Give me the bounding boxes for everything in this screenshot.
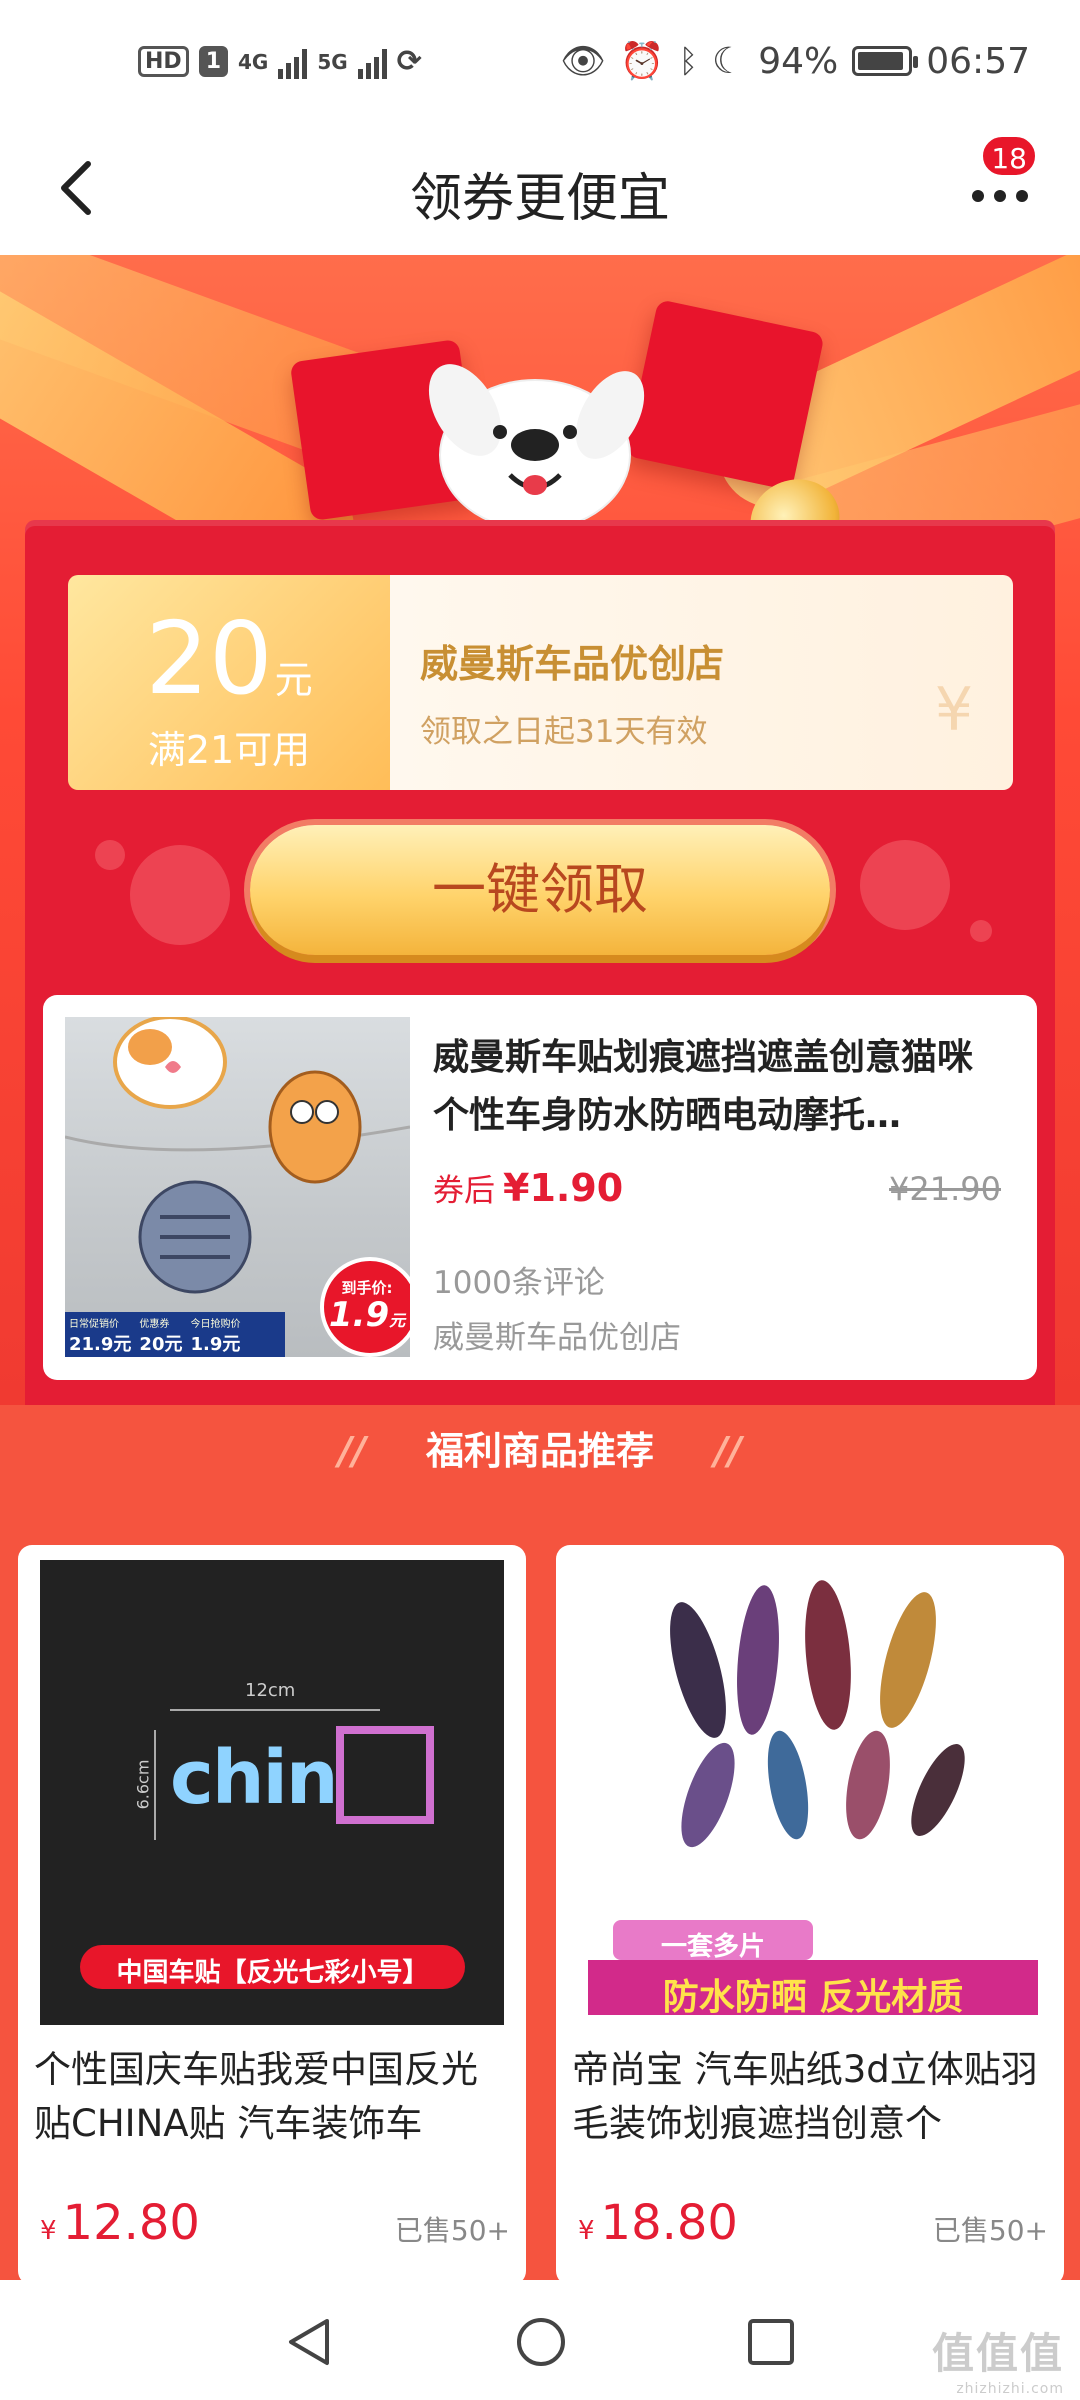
coupon-amount: 20元 满21可用 bbox=[68, 575, 390, 790]
moon-icon: ☾ bbox=[711, 40, 745, 82]
net2-label: 5G bbox=[317, 49, 348, 74]
after-coupon-price: 券后 ¥1.90 bbox=[433, 1165, 623, 1210]
battery-icon bbox=[852, 46, 919, 76]
coupon-value: 20 bbox=[145, 600, 273, 717]
notification-badge: 18 bbox=[980, 134, 1038, 178]
bluetooth-icon: ᛒ bbox=[678, 42, 698, 80]
status-left: HD 1 4G 5G ⟳ bbox=[138, 44, 422, 79]
battery-level bbox=[858, 52, 904, 70]
coupon-unit: 元 bbox=[274, 658, 313, 702]
coupon-info: 威曼斯车品优创店 领取之日起31天有效 ¥ bbox=[390, 575, 1013, 790]
coupon-condition: 满21可用 bbox=[147, 728, 311, 772]
recommend-card[interactable]: 12cm 6.6cm chin 中国车贴【反光七彩小号】 个性国庆车贴我爱中国反… bbox=[18, 1545, 526, 2285]
yen-ticket-icon: ¥ bbox=[934, 675, 973, 745]
battery-percent: 94% bbox=[758, 40, 839, 82]
decor-slash-right: // bbox=[714, 1429, 742, 1473]
formula-label-2: 优惠券 bbox=[139, 1319, 170, 1330]
net1-label: 4G bbox=[238, 49, 269, 74]
sim-indicator: 1 bbox=[198, 46, 228, 77]
price-formula: 日常促销价 21.9元 优惠券 20元 今日抢购价 1.9元 bbox=[69, 1315, 240, 1356]
home-circle-icon[interactable] bbox=[514, 2315, 568, 2373]
recommend-image[interactable]: 一套多片 防水防晒 反光材质 bbox=[578, 1560, 1042, 2025]
system-nav-bar bbox=[0, 2280, 1080, 2400]
deal-tag-price: 1.9 bbox=[328, 1295, 390, 1335]
formula-v3: 1.9元 bbox=[190, 1334, 241, 1355]
red-envelope bbox=[625, 299, 825, 491]
page-title: 领券更便宜 bbox=[409, 169, 670, 229]
signal-icon-2 bbox=[357, 45, 387, 79]
after-coupon-label: 券后 bbox=[433, 1173, 495, 1209]
product-shop[interactable]: 威曼斯车品优创店 bbox=[433, 1312, 681, 1357]
watermark-text: 值值值 bbox=[931, 2329, 1064, 2378]
formula-v2: 20元 bbox=[139, 1334, 183, 1355]
formula-v1: 21.9元 bbox=[69, 1334, 132, 1355]
review-count: 1000条评论 bbox=[433, 1265, 605, 1301]
eye-icon: 👁 bbox=[560, 41, 606, 82]
deal-tag-unit: 元 bbox=[389, 1311, 406, 1330]
recents-square-icon[interactable] bbox=[744, 2315, 798, 2373]
status-right: 👁 ⏰ ᛒ ☾ 94% 06:57 bbox=[560, 40, 1030, 83]
hero-section: 20元 满21可用 威曼斯车品优创店 领取之日起31天有效 ¥ 一键领取 日常促… bbox=[0, 255, 1080, 1405]
back-triangle-icon[interactable] bbox=[283, 2315, 337, 2373]
recommend-title[interactable]: 帝尚宝 汽车贴纸3d立体贴羽毛装饰划痕遮挡创意个 bbox=[572, 2043, 1052, 2151]
currency-symbol: ¥ bbox=[40, 2216, 57, 2246]
deal-price-tag: 到手价: 1.9元 bbox=[327, 1277, 407, 1332]
sticker-banner: 中国车贴【反光七彩小号】 bbox=[116, 1958, 429, 1988]
hd-indicator: HD bbox=[138, 46, 189, 77]
nfc-icon: ⟳ bbox=[396, 44, 422, 79]
sticker-height-label: 6.6cm bbox=[133, 1759, 153, 1810]
product-name[interactable]: 威曼斯车贴划痕遮挡遮盖创意猫咪个性车身防水防晒电动摩托… bbox=[433, 1029, 1008, 1145]
claim-all-button[interactable]: 一键领取 bbox=[250, 825, 830, 955]
product-thumbnail[interactable]: 日常促销价 21.9元 优惠券 20元 今日抢购价 1.9元 到手价: 1.9元 bbox=[65, 1017, 410, 1357]
decor-bubble bbox=[970, 920, 992, 942]
sticker-banner: 防水防晒 反光材质 bbox=[662, 1977, 964, 2018]
sticker-width-label: 12cm bbox=[245, 1680, 296, 1701]
currency-symbol: ¥ bbox=[578, 2216, 595, 2246]
recommend-price-value: 12.80 bbox=[62, 2195, 200, 2251]
decor-bubble bbox=[130, 845, 230, 945]
status-bar: HD 1 4G 5G ⟳ 👁 ⏰ ᛒ ☾ 94% 06:57 bbox=[0, 0, 1080, 130]
recommend-price-value: 18.80 bbox=[600, 2195, 738, 2251]
coupon-card[interactable]: 20元 满21可用 威曼斯车品优创店 领取之日起31天有效 ¥ bbox=[68, 575, 1013, 790]
watermark-url: zhizhizhi.com bbox=[956, 2381, 1064, 2397]
decor-slash-left: // bbox=[338, 1429, 366, 1473]
recommend-price: ¥12.80 bbox=[40, 2195, 200, 2251]
recommend-image[interactable]: 12cm 6.6cm chin 中国车贴【反光七彩小号】 bbox=[40, 1560, 504, 2025]
formula-label-3: 今日抢购价 bbox=[190, 1319, 241, 1330]
welfare-title: 福利商品推荐 bbox=[425, 1429, 654, 1473]
coupon-validity: 领取之日起31天有效 bbox=[420, 714, 708, 750]
after-coupon-value: ¥1.90 bbox=[503, 1166, 624, 1210]
nav-bar: 领券更便宜 18 bbox=[0, 130, 1080, 255]
alarm-icon: ⏰ bbox=[619, 41, 665, 82]
coupon-shop: 威曼斯车品优创店 bbox=[420, 642, 725, 686]
recommend-title[interactable]: 个性国庆车贴我爱中国反光贴CHINA贴 汽车装饰车 bbox=[34, 2043, 514, 2151]
sold-count: 已售50+ bbox=[394, 2214, 510, 2247]
recommend-card[interactable]: 一套多片 防水防晒 反光材质 帝尚宝 汽车贴纸3d立体贴羽毛装饰划痕遮挡创意个 … bbox=[556, 1545, 1064, 2285]
product-card[interactable]: 日常促销价 21.9元 优惠券 20元 今日抢购价 1.9元 到手价: 1.9元 威曼… bbox=[43, 995, 1037, 1380]
formula-label-1: 日常促销价 bbox=[69, 1319, 119, 1330]
clock: 06:57 bbox=[926, 40, 1030, 82]
sticker-text: chin bbox=[170, 1735, 339, 1821]
recommend-price: ¥18.80 bbox=[578, 2195, 738, 2251]
watermark-logo: 值值值 zhizhizhi.com bbox=[932, 2320, 1064, 2397]
decor-bubble bbox=[95, 840, 125, 870]
original-price: ¥21.90 bbox=[889, 1170, 1001, 1208]
sold-count: 已售50+ bbox=[932, 2214, 1048, 2247]
mascot-icon bbox=[428, 364, 645, 531]
decor-bubble bbox=[860, 840, 950, 930]
signal-icon bbox=[278, 45, 308, 79]
sticker-tag: 一套多片 bbox=[660, 1932, 765, 1962]
welfare-heading: // 福利商品推荐 // bbox=[0, 1420, 1080, 1475]
